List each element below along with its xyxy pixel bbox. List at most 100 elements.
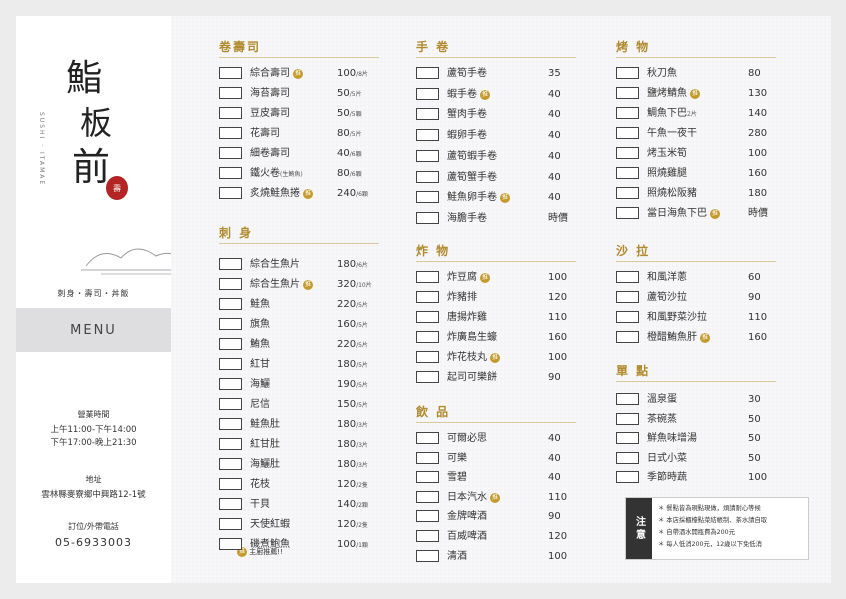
order-checkbox[interactable] (616, 127, 639, 139)
item-price: 120 (548, 292, 568, 303)
order-checkbox[interactable] (416, 549, 439, 562)
order-checkbox[interactable] (616, 207, 639, 219)
order-checkbox[interactable] (219, 418, 242, 430)
order-checkbox[interactable] (219, 147, 242, 159)
menu-item: 炙燒鮭魚捲推 240/6顆 (219, 187, 379, 201)
order-checkbox[interactable] (616, 393, 639, 405)
order-checkbox[interactable] (416, 331, 439, 343)
order-checkbox[interactable] (616, 107, 639, 119)
order-checkbox[interactable] (219, 187, 242, 199)
order-checkbox[interactable] (616, 432, 639, 444)
item-price-wrap: 80/5片 (337, 127, 362, 141)
item-price-wrap: 35 (548, 67, 561, 80)
order-checkbox[interactable] (219, 518, 242, 530)
item-price-wrap: 220/5片 (337, 338, 368, 352)
order-checkbox[interactable] (416, 211, 439, 224)
order-checkbox[interactable] (416, 191, 439, 204)
order-checkbox[interactable] (219, 298, 242, 310)
item-price: 180 (337, 439, 357, 450)
order-checkbox[interactable] (616, 187, 639, 199)
item-price-wrap: 180/3片 (337, 458, 368, 472)
order-checkbox[interactable] (416, 87, 439, 100)
order-checkbox[interactable] (416, 490, 439, 503)
order-checkbox[interactable] (416, 432, 439, 444)
order-checkbox[interactable] (416, 291, 439, 303)
item-price: 180 (337, 419, 357, 430)
order-checkbox[interactable] (416, 371, 439, 383)
order-checkbox[interactable] (219, 258, 242, 270)
item-price-wrap: 90 (748, 291, 761, 304)
item-price-wrap: 40 (548, 129, 561, 142)
order-checkbox[interactable] (219, 87, 242, 99)
order-checkbox[interactable] (416, 108, 439, 121)
menu-main: 推 主廚推薦!! 注意 ＊ 餐點皆為現點現做，煩請耐心等候 ＊ 本店採櫃檯點菜結… (171, 16, 831, 583)
order-checkbox[interactable] (219, 398, 242, 410)
item-unit: /6顆 (349, 151, 362, 158)
section-title: 刺 身 (219, 226, 254, 240)
item-name-wrap: 百威啤酒 (447, 530, 487, 543)
order-checkbox[interactable] (616, 471, 639, 483)
menu-item: 可樂 40 (416, 451, 576, 466)
item-price: 140 (748, 108, 768, 119)
order-checkbox[interactable] (219, 498, 242, 510)
order-checkbox[interactable] (219, 378, 242, 390)
item-price: 時價 (748, 208, 768, 219)
order-checkbox[interactable] (416, 129, 439, 142)
item-name-wrap: 鮮魚味增湯 (647, 432, 697, 445)
item-name: 照燒雞腿 (647, 168, 687, 179)
order-checkbox[interactable] (219, 338, 242, 350)
order-checkbox[interactable] (416, 530, 439, 542)
recommend-badge-icon: 推 (490, 353, 500, 363)
order-checkbox[interactable] (616, 167, 639, 179)
item-name: 日本汽水 (447, 491, 487, 503)
menu-item: 炸花枝丸推 100 (416, 351, 576, 365)
order-checkbox[interactable] (616, 147, 639, 159)
order-checkbox[interactable] (416, 170, 439, 183)
order-checkbox[interactable] (416, 149, 439, 162)
item-name: 清酒 (447, 550, 467, 562)
order-checkbox[interactable] (616, 451, 639, 464)
item-name-wrap: 蝦卵手卷 (447, 129, 487, 142)
order-checkbox[interactable] (219, 278, 242, 290)
item-price: 90 (748, 292, 761, 303)
menu-item: 雪碧 40 (416, 471, 576, 485)
item-unit: /6顆 (349, 171, 362, 178)
order-checkbox[interactable] (219, 107, 242, 119)
order-checkbox[interactable] (219, 458, 242, 470)
order-checkbox[interactable] (616, 271, 639, 283)
order-checkbox[interactable] (219, 478, 242, 490)
order-checkbox[interactable] (416, 451, 439, 464)
section-rule (416, 422, 576, 423)
order-checkbox[interactable] (416, 471, 439, 484)
menu-item: 茶碗蒸 50 (616, 412, 776, 427)
order-checkbox[interactable] (219, 127, 242, 139)
menu-item: 炸豆腐推 100 (416, 271, 576, 285)
hours-line-2: 下午17:00-晚上21:30 (50, 438, 137, 448)
item-name-wrap: 細卷壽司 (250, 147, 290, 160)
order-checkbox[interactable] (219, 67, 242, 79)
order-checkbox[interactable] (416, 271, 439, 283)
order-checkbox[interactable] (416, 510, 439, 523)
item-name: 茶碗蒸 (647, 413, 677, 425)
order-checkbox[interactable] (616, 412, 639, 425)
recommend-badge-icon: 推 (480, 89, 490, 100)
item-price-wrap: 100 (548, 550, 567, 563)
order-checkbox[interactable] (219, 438, 242, 450)
item-price: 100 (337, 68, 357, 79)
order-checkbox[interactable] (616, 87, 639, 99)
order-checkbox[interactable] (616, 311, 639, 323)
item-name-wrap: 磯煮鮑魚 (250, 538, 290, 551)
order-checkbox[interactable] (416, 311, 439, 323)
order-checkbox[interactable] (616, 291, 639, 303)
section-rule (219, 243, 379, 244)
order-checkbox[interactable] (416, 67, 439, 79)
item-unit: /3片 (356, 422, 368, 429)
order-checkbox[interactable] (219, 358, 242, 370)
order-checkbox[interactable] (219, 538, 242, 550)
order-checkbox[interactable] (219, 167, 242, 179)
order-checkbox[interactable] (219, 318, 242, 330)
item-price-wrap: 140/2顆 (337, 498, 368, 512)
order-checkbox[interactable] (616, 67, 639, 79)
order-checkbox[interactable] (616, 331, 639, 343)
order-checkbox[interactable] (416, 351, 439, 363)
